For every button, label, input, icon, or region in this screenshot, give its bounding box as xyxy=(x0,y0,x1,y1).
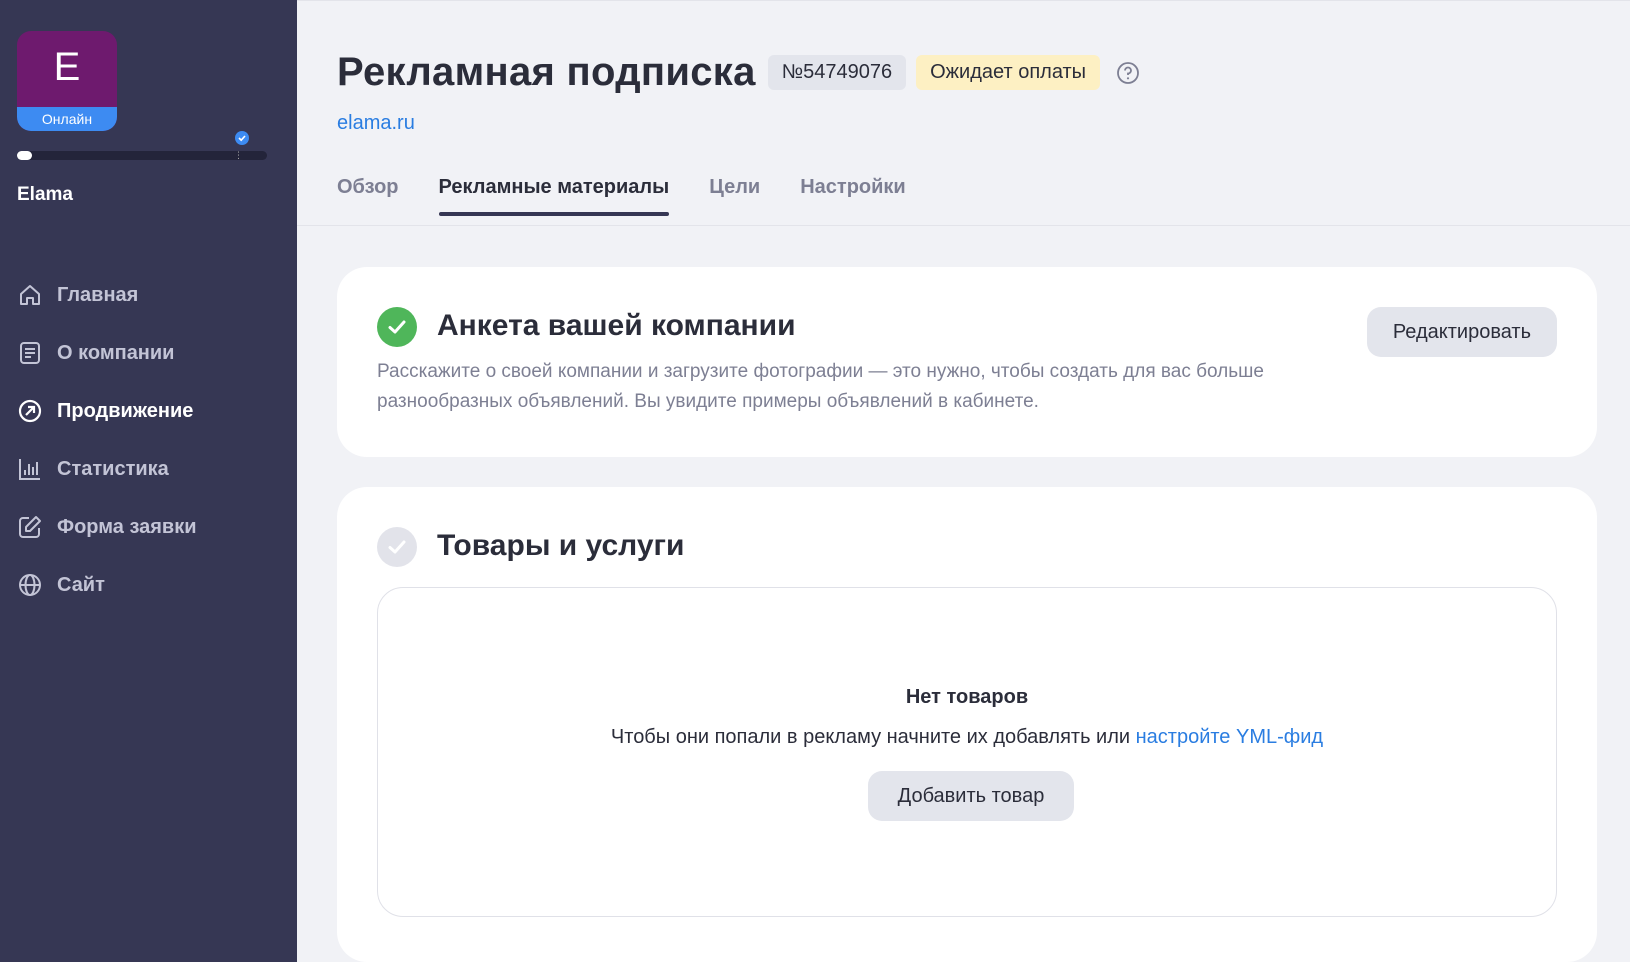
sidebar-item-label: Статистика xyxy=(57,457,169,480)
tab-goals[interactable]: Цели xyxy=(709,176,760,213)
tabs: Обзор Рекламные материалы Цели Настройки xyxy=(337,176,946,216)
tab-ad-materials[interactable]: Рекламные материалы xyxy=(438,176,669,216)
sidebar: E Онлайн ⋮ Elama Главная О компании Прод… xyxy=(0,0,297,962)
site-link[interactable]: elama.ru xyxy=(337,112,415,135)
sidebar-item-label: Форма заявки xyxy=(57,515,197,538)
document-icon xyxy=(17,340,43,366)
online-status-label: Онлайн xyxy=(17,107,117,131)
sidebar-item-label: Главная xyxy=(57,283,139,306)
sidebar-item-promotion[interactable]: Продвижение xyxy=(0,382,297,440)
empty-text: Чтобы они попали в рекламу начните их до… xyxy=(378,726,1556,749)
status-badge: Ожидает оплаты xyxy=(916,55,1101,90)
edit-form-icon xyxy=(17,514,43,540)
profile-progress-fill xyxy=(17,151,32,160)
verified-check-icon xyxy=(235,131,249,145)
tabs-divider xyxy=(297,225,1630,226)
check-circle-icon xyxy=(377,307,417,347)
empty-text-body: Чтобы они попали в рекламу начните их до… xyxy=(610,726,1136,748)
profile-progress-bar: ⋮ xyxy=(17,151,267,160)
page-title: Рекламная подписка xyxy=(337,50,756,94)
products-card-title: Товары и услуги xyxy=(437,529,685,562)
sidebar-item-home[interactable]: Главная xyxy=(0,266,297,324)
check-circle-icon xyxy=(377,527,417,567)
avatar[interactable]: E Онлайн xyxy=(17,31,117,131)
empty-products-box: Нет товаров Чтобы они попали в рекламу н… xyxy=(377,587,1557,917)
sidebar-item-statistics[interactable]: Статистика xyxy=(0,440,297,498)
sidebar-item-site[interactable]: Сайт xyxy=(0,556,297,614)
sidebar-item-label: О компании xyxy=(57,341,175,364)
company-card-description: Расскажите о своей компании и загрузите … xyxy=(377,361,1264,412)
sidebar-item-label: Продвижение xyxy=(57,399,194,422)
promotion-arrow-icon xyxy=(17,398,43,424)
yml-feed-link[interactable]: настройте YML-фид xyxy=(1136,726,1323,748)
edit-button[interactable]: Редактировать xyxy=(1366,307,1557,357)
globe-icon xyxy=(17,572,43,598)
page-header: Рекламная подписка №54749076 Ожидает опл… xyxy=(337,50,1140,95)
products-card: Товары и услуги Нет товаров Чтобы они по… xyxy=(337,487,1597,962)
progress-marker: ⋮ xyxy=(234,150,243,160)
company-name: Elama xyxy=(17,184,73,205)
top-divider xyxy=(297,0,1630,1)
tab-overview[interactable]: Обзор xyxy=(337,176,399,213)
sidebar-item-label: Сайт xyxy=(57,573,105,596)
company-card-title: Анкета вашей компании xyxy=(437,309,796,342)
home-icon xyxy=(17,282,43,308)
sidebar-item-lead-form[interactable]: Форма заявки xyxy=(0,498,297,556)
sidebar-item-about[interactable]: О компании xyxy=(0,324,297,382)
subscription-number-badge: №54749076 xyxy=(767,55,907,90)
tab-settings[interactable]: Настройки xyxy=(800,176,906,213)
avatar-letter: E xyxy=(53,45,81,89)
main-content: Рекламная подписка №54749076 Ожидает опл… xyxy=(297,0,1630,962)
company-profile-card: Анкета вашей компании Расскажите о своей… xyxy=(337,267,1597,457)
help-icon[interactable] xyxy=(1116,61,1140,85)
bar-chart-icon xyxy=(17,456,43,482)
add-product-button[interactable]: Добавить товар xyxy=(868,771,1074,821)
sidebar-nav: Главная О компании Продвижение Статистик… xyxy=(0,266,297,614)
empty-title: Нет товаров xyxy=(905,686,1029,708)
